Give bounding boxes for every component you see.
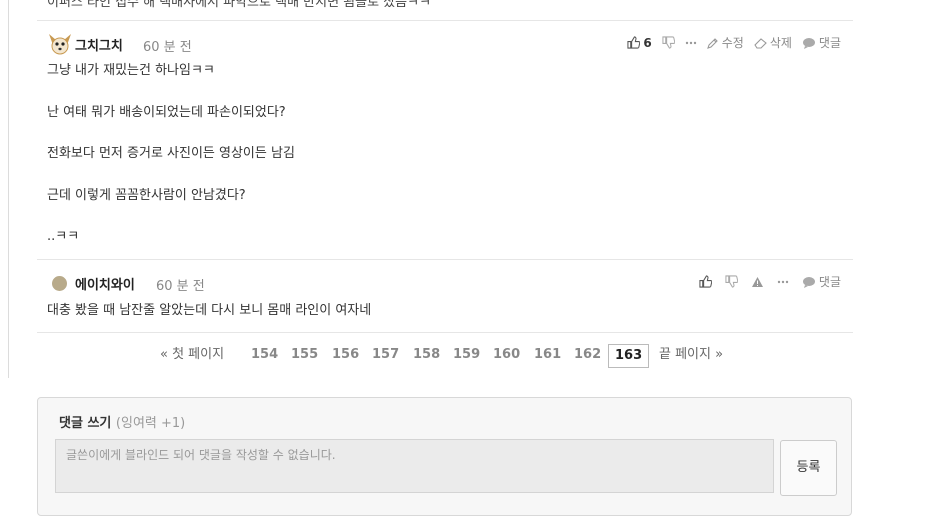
divider (37, 259, 853, 260)
speech-bubble-icon (802, 37, 815, 49)
comment-line: 난 여태 뭐가 배송이되었는데 파손이되었다? (47, 104, 286, 120)
page-link[interactable]: 162 (574, 344, 601, 366)
comment-line: ..ㅋㅋ (47, 229, 80, 245)
page-link[interactable]: 158 (413, 344, 440, 366)
thumbs-up-icon (699, 275, 712, 288)
reply-button[interactable]: 댓글 (802, 34, 841, 51)
edit-label: 수정 (721, 36, 744, 50)
more-dots-icon (685, 41, 696, 44)
thumbs-down-icon (725, 275, 738, 288)
reply-label: 댓글 (818, 275, 841, 289)
delete-label: 삭제 (769, 36, 792, 50)
comment-write-label: 댓글 쓰기 (59, 416, 112, 431)
comment-textarea[interactable]: 글쓴이에게 블라인드 되어 댓글을 작성할 수 없습니다. (55, 439, 774, 493)
comment-time: 60 분 전 (143, 40, 192, 55)
like-count: 6 (643, 35, 652, 50)
comment-line: 근데 이렇게 꼼꼼한사람이 안남겼다? (47, 187, 246, 203)
dislike-button[interactable] (725, 275, 738, 288)
avatar[interactable] (52, 276, 67, 291)
comment: 그치그치 60 분 전 6 수정 삭제 댓글 그냥 내가 재밌는건 하나임ㅋㅋ … (37, 32, 853, 248)
like-button[interactable]: 6 (627, 35, 652, 50)
comment-line (47, 82, 853, 103)
reply-label: 댓글 (818, 36, 841, 50)
comment-line (47, 123, 853, 144)
more-button[interactable] (685, 41, 697, 45)
divider (37, 332, 853, 333)
left-border (0, 0, 9, 378)
last-page-link[interactable]: 끝 페이지 » (659, 344, 723, 366)
comment-time: 60 분 전 (156, 279, 205, 294)
comment-line (47, 207, 853, 228)
page-link[interactable]: 154 (251, 344, 278, 366)
previous-comment-text: 이퍼스 라인 접수 해 택배사에서 파악으로 택배 만지면 됨을로 잤음ㅋㅋ (47, 0, 432, 10)
first-page-link[interactable]: « 첫 페이지 (160, 344, 224, 366)
page-link[interactable]: 157 (372, 344, 399, 366)
thumbs-down-icon (662, 36, 675, 49)
more-button[interactable] (777, 280, 789, 284)
comment-write-title: 댓글 쓰기 (잉여력 +1) (59, 412, 185, 431)
page-link[interactable]: 155 (291, 344, 318, 366)
more-dots-icon (777, 280, 789, 283)
comment-line (47, 165, 853, 186)
eraser-icon (754, 37, 767, 49)
like-button[interactable] (699, 275, 712, 288)
comment-author[interactable]: 에이치와이 (75, 274, 135, 293)
report-button[interactable] (751, 276, 764, 288)
page-link[interactable]: 156 (332, 344, 359, 366)
comment-write-subtitle: (잉여력 +1) (115, 416, 186, 431)
comment-write-box: 댓글 쓰기 (잉여력 +1) 글쓴이에게 블라인드 되어 댓글을 작성할 수 없… (37, 397, 852, 516)
thumbs-up-icon (627, 36, 641, 49)
submit-button[interactable]: 등록 (780, 440, 837, 496)
edit-button[interactable]: 수정 (706, 34, 744, 51)
delete-button[interactable]: 삭제 (754, 34, 792, 51)
comment-body: 대충 봤을 때 남잔줄 알았는데 다시 보니 몸매 라인이 여자네 (47, 301, 853, 322)
comment-line: 대충 봤을 때 남잔줄 알았는데 다시 보니 몸매 라인이 여자네 (47, 303, 372, 318)
divider (37, 20, 853, 21)
pencil-icon (706, 37, 718, 49)
dislike-button[interactable] (662, 36, 675, 49)
comment-author[interactable]: 그치그치 (75, 35, 123, 54)
warning-icon (751, 276, 763, 287)
page-link[interactable]: 161 (534, 344, 561, 366)
page-link[interactable]: 160 (493, 344, 520, 366)
comment-line: 전화보다 먼저 증거로 사진이든 영상이든 남김 (47, 146, 295, 162)
comment-body: 그냥 내가 재밌는건 하나임ㅋㅋ 난 여태 뭐가 배송이되었는데 파손이되었다?… (47, 61, 853, 248)
reply-button[interactable]: 댓글 (802, 273, 841, 290)
comment-line: 그냥 내가 재밌는건 하나임ㅋㅋ (47, 63, 215, 78)
page-link[interactable]: 159 (453, 344, 480, 366)
current-page: 163 (608, 344, 650, 368)
speech-bubble-icon (802, 276, 815, 288)
comment: 에이치와이 60 분 전 댓글 대충 봤을 때 남잔줄 알았는데 다시 보니 몸… (37, 271, 853, 322)
avatar[interactable] (47, 32, 73, 56)
